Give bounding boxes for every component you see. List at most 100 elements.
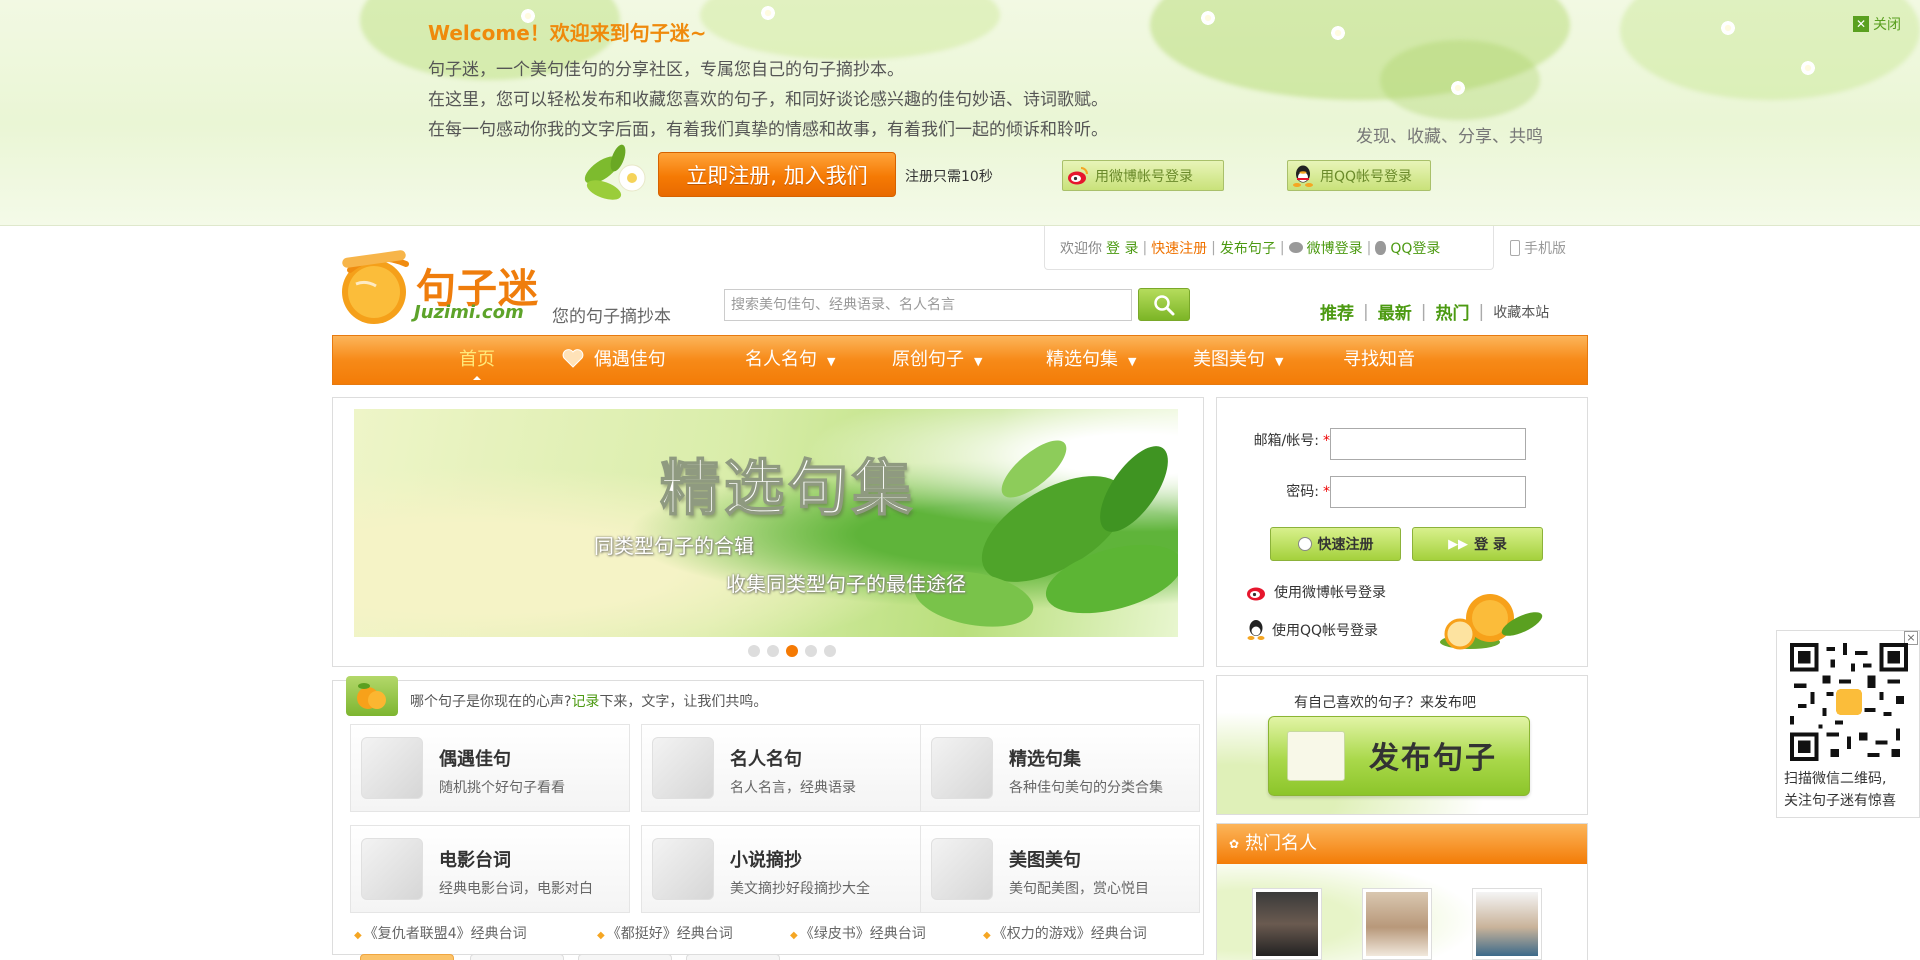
category-card-famous[interactable]: 名人名句 名人名言，经典语录 bbox=[641, 724, 921, 812]
publish-prompt: 有自己喜欢的句子？来发布吧 bbox=[1294, 695, 1476, 711]
tab-stub[interactable] bbox=[578, 954, 672, 960]
mobile-version-link[interactable]: 手机版 bbox=[1510, 238, 1566, 258]
category-title: 精选句集 bbox=[1009, 749, 1081, 770]
hot-link[interactable]: 热门 bbox=[1435, 299, 1469, 324]
close-icon: ✕ bbox=[1853, 16, 1869, 32]
nav-home-label: 首页 bbox=[459, 349, 495, 370]
register-join-button[interactable]: 立即注册, 加入我们 bbox=[658, 152, 896, 197]
category-desc: 随机挑个好句子看看 bbox=[439, 780, 565, 796]
weibo-icon bbox=[1247, 587, 1265, 601]
caret-down-icon: ▼ bbox=[1275, 355, 1284, 368]
orange-fruit-decoration-icon bbox=[1440, 594, 1543, 650]
category-card-encounter[interactable]: 偶遇佳句 随机挑个好句子看看 bbox=[350, 724, 630, 812]
pen-paper-icon bbox=[1287, 731, 1345, 781]
slider-dot[interactable] bbox=[824, 645, 836, 657]
tab-stub[interactable] bbox=[686, 954, 780, 960]
diamond-bullet-icon: ◆ bbox=[597, 930, 605, 941]
slider-title: 精选句集 bbox=[659, 453, 916, 525]
category-desc: 美句配美图，赏心悦目 bbox=[1009, 881, 1149, 897]
nav-item-collections[interactable]: 精选句集 ▼ bbox=[1046, 336, 1136, 384]
account-input[interactable] bbox=[1330, 428, 1526, 460]
bookmark-site-link[interactable]: 收藏本站 bbox=[1493, 302, 1549, 322]
category-desc: 名人名言，经典语录 bbox=[730, 780, 856, 796]
category-prompt: 哪个句子是你现在的心声?记录下来，文字，让我们共鸣。 bbox=[410, 691, 767, 711]
movie-quote-link[interactable]: ◆ 《复仇者联盟4》经典台词 bbox=[354, 923, 527, 943]
category-card-collections[interactable]: 精选句集 各种佳句美句的分类合集 bbox=[920, 724, 1200, 812]
nav-pictures-label: 美图美句 bbox=[1193, 349, 1265, 370]
qr-caption-2: 关注句子迷有惊喜 bbox=[1784, 793, 1896, 809]
avatar[interactable] bbox=[1472, 888, 1542, 960]
nav-famous-label: 名人名句 bbox=[745, 349, 817, 370]
flower-icon: ✿ bbox=[1229, 837, 1240, 851]
slider-dot[interactable] bbox=[767, 645, 779, 657]
intro-line-1: 句子迷，一个美句佳句的分享社区，专属您自己的句子摘抄本。 bbox=[428, 60, 904, 80]
portrait-image bbox=[1366, 892, 1428, 956]
photo-icon bbox=[931, 838, 993, 900]
weibo-login-label: 用微博帐号登录 bbox=[1095, 168, 1193, 185]
phone-icon bbox=[1510, 240, 1520, 256]
nav-soulmate-label: 寻找知音 bbox=[1343, 349, 1415, 370]
movie-quote-link[interactable]: ◆ 《绿皮书》经典台词 bbox=[790, 923, 926, 943]
nav-item-home[interactable]: 首页 bbox=[459, 336, 495, 384]
slider-dot[interactable] bbox=[805, 645, 817, 657]
latest-link[interactable]: 最新 bbox=[1378, 299, 1412, 324]
slider-dot[interactable] bbox=[748, 645, 760, 657]
nav-item-famous[interactable]: 名人名句 ▼ bbox=[745, 336, 835, 384]
double-arrow-icon: ▶▶ bbox=[1448, 536, 1469, 552]
user-icon bbox=[1297, 537, 1312, 551]
quick-register-button[interactable]: 快速注册 bbox=[1270, 527, 1401, 561]
weibo-login-button[interactable]: 用微博帐号登录 bbox=[1062, 160, 1224, 191]
prompt-text: 哪个句子是你现在的心声? bbox=[410, 694, 572, 710]
nav-item-pictures[interactable]: 美图美句 ▼ bbox=[1193, 336, 1283, 384]
hot-people-title: 热门名人 bbox=[1245, 833, 1317, 854]
login-link[interactable]: 登 录 bbox=[1106, 238, 1138, 258]
diamond-bullet-icon: ◆ bbox=[354, 930, 362, 941]
tab-stub[interactable] bbox=[470, 954, 564, 960]
category-card-movie[interactable]: 电影台词 经典电影台词，电影对白 bbox=[350, 825, 630, 913]
qq-login-button[interactable]: 用QQ帐号登录 bbox=[1287, 160, 1431, 191]
login-button[interactable]: ▶▶ 登 录 bbox=[1412, 527, 1543, 561]
record-link[interactable]: 记录 bbox=[571, 694, 599, 710]
avatar[interactable] bbox=[1252, 888, 1322, 960]
movie-quote-link[interactable]: ◆ 《都挺好》经典台词 bbox=[597, 923, 733, 943]
avatar[interactable] bbox=[1362, 888, 1432, 960]
book-icon bbox=[652, 838, 714, 900]
qq-account-login[interactable]: 使用QQ帐号登录 bbox=[1246, 619, 1378, 641]
category-card-pictures[interactable]: 美图美句 美句配美图，赏心悦目 bbox=[920, 825, 1200, 913]
password-label: 密码: * bbox=[1230, 481, 1330, 501]
category-card-novel[interactable]: 小说摘抄 美文摘抄好段摘抄大全 bbox=[641, 825, 921, 913]
password-label-text: 密码: bbox=[1286, 484, 1319, 500]
movie-link-text: 《绿皮书》经典台词 bbox=[799, 926, 926, 942]
nav-item-soulmate[interactable]: 寻找知音 bbox=[1343, 336, 1415, 384]
tab-stub-active[interactable] bbox=[360, 954, 454, 960]
publish-link[interactable]: 发布句子 bbox=[1220, 238, 1276, 258]
close-banner-button[interactable]: ✕ 关闭 bbox=[1853, 14, 1901, 34]
search-input[interactable]: 搜索美句佳句、经典语录、名人名言 bbox=[724, 289, 1132, 321]
weibo-account-login[interactable]: 使用微博帐号登录 bbox=[1246, 582, 1386, 602]
prompt-text-tail: 下来，文字，让我们共鸣。 bbox=[599, 694, 768, 710]
nav-item-encounter[interactable]: 偶遇佳句 bbox=[562, 336, 666, 384]
movie-quote-link[interactable]: ◆ 《权力的游戏》经典台词 bbox=[983, 923, 1147, 943]
welcome-banner bbox=[0, 0, 1920, 226]
required-mark: * bbox=[1323, 484, 1330, 500]
quick-register-link[interactable]: 快速注册 bbox=[1151, 238, 1207, 258]
nav-item-original[interactable]: 原创句子 ▼ bbox=[892, 336, 982, 384]
slider-dot-active[interactable] bbox=[786, 645, 798, 657]
qq-icon bbox=[1375, 240, 1387, 255]
categories-panel bbox=[332, 680, 1204, 955]
weibo-login-link[interactable]: 微博登录 bbox=[1307, 238, 1363, 258]
oranges-icon bbox=[346, 676, 398, 716]
close-label: 关闭 bbox=[1873, 17, 1901, 33]
search-button[interactable] bbox=[1138, 288, 1190, 321]
password-input[interactable] bbox=[1330, 476, 1526, 508]
qq-penguin-icon bbox=[1247, 620, 1265, 640]
slider-subtitle-2: 收集同类型句子的最佳途径 bbox=[726, 572, 966, 596]
publish-sentence-button[interactable]: 发布句子 bbox=[1268, 716, 1530, 796]
portrait-image bbox=[1476, 892, 1538, 956]
category-desc: 经典电影台词，电影对白 bbox=[439, 881, 593, 897]
slogan: 发现、收藏、分享、共鸣 bbox=[1356, 127, 1543, 147]
separator: | bbox=[1366, 239, 1372, 256]
qq-login-link[interactable]: QQ登录 bbox=[1390, 238, 1440, 258]
recommend-link[interactable]: 推荐 bbox=[1320, 299, 1354, 324]
movie-link-text: 《权力的游戏》经典台词 bbox=[992, 926, 1147, 942]
